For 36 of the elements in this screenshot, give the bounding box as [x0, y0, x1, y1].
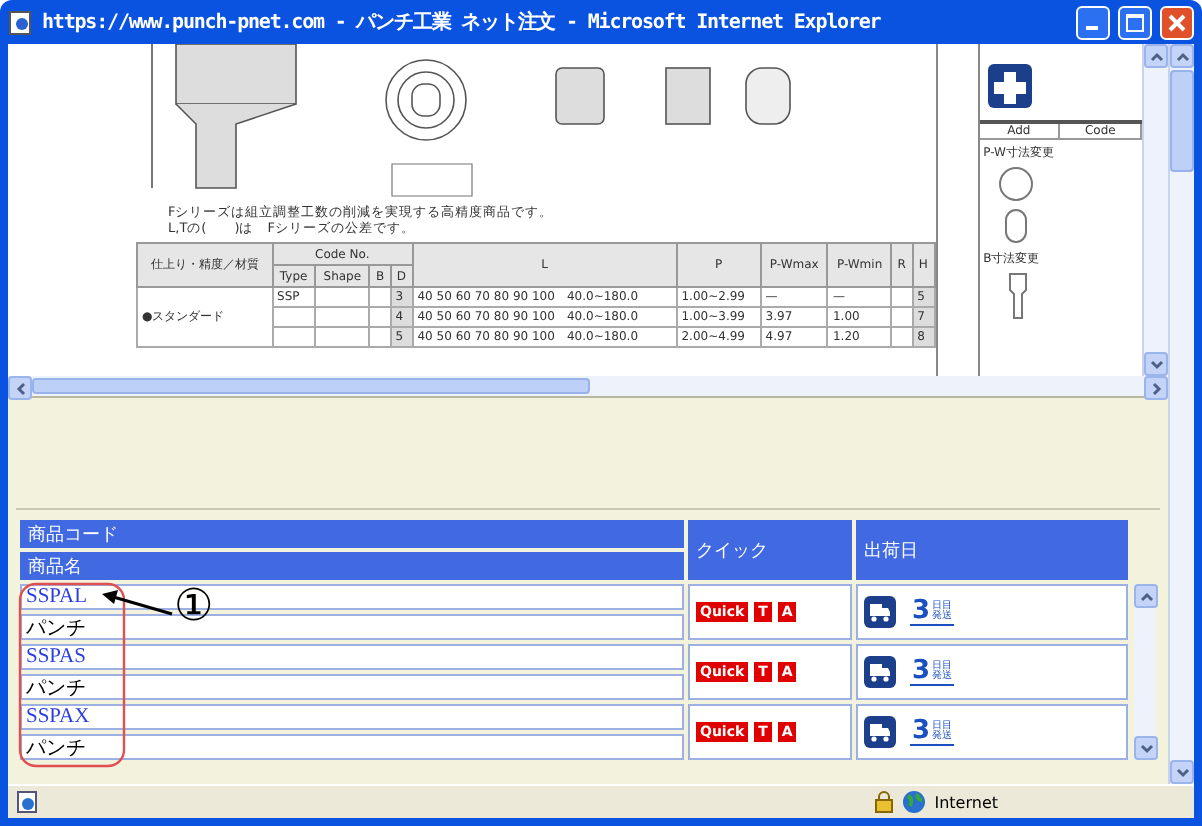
column-header: 商品名 [20, 552, 684, 580]
caret-icon [1139, 591, 1153, 601]
pin-drawing [1007, 272, 1028, 320]
column-header: クイック [688, 520, 852, 580]
horizontal-scrollbar[interactable] [8, 376, 1168, 396]
minimize-button[interactable] [1076, 5, 1110, 39]
maximize-icon [1126, 13, 1144, 31]
close-icon [1168, 13, 1186, 31]
globe-icon [902, 790, 927, 814]
table-scrollbar[interactable] [1134, 584, 1156, 760]
scrollbar-thumb[interactable] [32, 378, 590, 394]
window-title: https://www.punch-pnet.com - パンチ工業 ネット注文 - Microsoft Internet Explorer [42, 8, 883, 36]
truck-icon [864, 716, 896, 748]
product-name-cell: パンチ [20, 734, 684, 760]
scrollbar-thumb[interactable] [1170, 70, 1194, 172]
product-code-link[interactable]: SSPAL [26, 586, 88, 608]
lock-icon [874, 790, 895, 814]
column-header: 商品コード [20, 520, 684, 548]
caret-icon [15, 381, 25, 395]
close-button[interactable] [1160, 5, 1194, 39]
plus-icon [987, 64, 1032, 108]
column-header: 出荷日 [856, 520, 1128, 580]
truck-icon [864, 596, 896, 628]
product-code-link[interactable]: SSPAS [26, 646, 86, 668]
caret-icon [1139, 743, 1153, 753]
frame-scrollbar[interactable] [1142, 44, 1168, 376]
product-code-link[interactable]: SSPAX [26, 706, 90, 728]
browser-page-icon [8, 9, 34, 35]
annotation-arrow [102, 588, 174, 616]
hole-shapes-drawing [995, 166, 1036, 246]
page-scrollbar[interactable] [1168, 44, 1194, 784]
caret-icon [1175, 767, 1189, 777]
truck-icon [864, 656, 896, 688]
maximize-button[interactable] [1118, 5, 1152, 39]
product-name-cell: パンチ [20, 674, 684, 700]
security-zone: Internet [934, 793, 998, 811]
